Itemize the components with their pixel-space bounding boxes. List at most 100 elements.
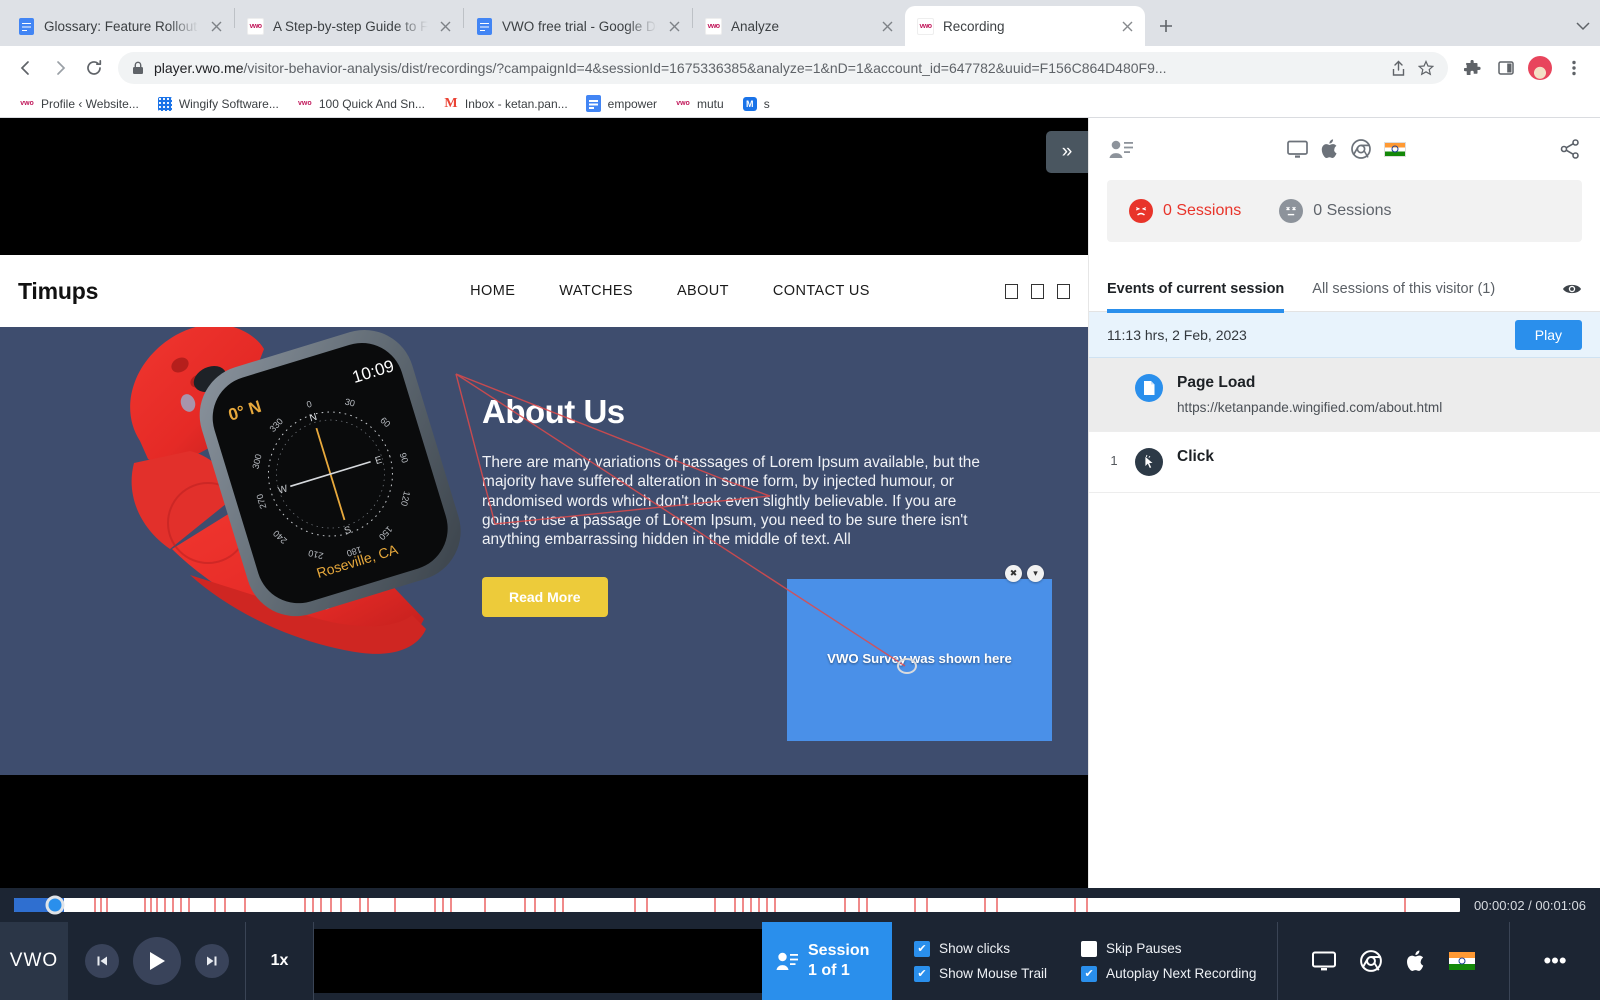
browser-tab[interactable]: VWO free trial - Google Docs bbox=[464, 6, 692, 46]
omnibox-actions bbox=[1391, 60, 1434, 77]
timeline-track[interactable] bbox=[14, 898, 1460, 912]
tab-all-sessions-of-visitor[interactable]: All sessions of this visitor (1) bbox=[1312, 266, 1495, 312]
play-button[interactable] bbox=[132, 937, 181, 985]
click-icon bbox=[1135, 448, 1163, 476]
event-body: Click bbox=[1177, 448, 1214, 466]
playback-speed-button[interactable]: 1x bbox=[246, 922, 314, 1000]
docs-icon bbox=[476, 17, 493, 35]
vwo-icon: vwo bbox=[247, 17, 264, 35]
bookmark-item[interactable]: vwo Profile ‹ Website... bbox=[12, 93, 146, 115]
back-button[interactable] bbox=[10, 52, 42, 84]
previous-button[interactable] bbox=[84, 944, 119, 978]
panel-header bbox=[1089, 118, 1600, 180]
checkbox-icon[interactable]: ✔ bbox=[1081, 965, 1098, 982]
reload-button[interactable] bbox=[78, 52, 110, 84]
browser-tab[interactable]: vwo Analyze bbox=[693, 6, 905, 46]
new-tab-button[interactable] bbox=[1151, 11, 1181, 41]
screen: Glossary: Feature Rollout - Goo vwo A St… bbox=[0, 0, 1600, 1000]
rage-sessions-label: 0 Sessions bbox=[1163, 202, 1242, 219]
bookmark-item[interactable]: vwo mutu bbox=[668, 93, 731, 115]
close-icon[interactable] bbox=[437, 18, 453, 34]
option-skip-pauses[interactable]: Skip Pauses bbox=[1081, 940, 1256, 957]
tab-list-button[interactable] bbox=[1576, 6, 1600, 46]
bookmark-item[interactable]: Wingify Software... bbox=[150, 93, 286, 115]
session-counter-line1: Session bbox=[808, 942, 870, 959]
bookmark-item[interactable]: M Inbox - ketan.pan... bbox=[436, 93, 575, 115]
address-bar[interactable]: player.vwo.me/visitor-behavior-analysis/… bbox=[118, 52, 1448, 84]
site-brand: Timups bbox=[18, 277, 99, 304]
dead-sessions-stat: 0 Sessions bbox=[1279, 199, 1392, 223]
browser-tab[interactable]: vwo A Step-by-step Guide to Featu bbox=[235, 6, 463, 46]
site-menu-item-watches[interactable]: WATCHES bbox=[559, 283, 633, 299]
placeholder-glyph-icon[interactable] bbox=[1057, 283, 1070, 299]
india-flag-icon bbox=[1449, 952, 1475, 970]
option-show-clicks[interactable]: ✔ Show clicks bbox=[914, 940, 1047, 957]
rage-sessions-stat: 0 Sessions bbox=[1129, 199, 1241, 223]
close-icon[interactable] bbox=[1119, 18, 1135, 34]
session-counter: Session 1 of 1 bbox=[808, 941, 869, 981]
bookmark-item[interactable]: M s bbox=[735, 93, 777, 115]
bookmark-label: empower bbox=[607, 96, 658, 111]
bookmark-item[interactable]: vwo 100 Quick And Sn... bbox=[290, 93, 432, 115]
checkbox-icon[interactable]: ✔ bbox=[914, 940, 930, 957]
checkbox-icon[interactable] bbox=[1081, 940, 1098, 957]
vwo-logo: VWO bbox=[0, 922, 68, 1000]
site-navbar: Timups HOME WATCHES ABOUT CONTACT US bbox=[0, 255, 1088, 327]
session-counter-line2: 1 of 1 bbox=[808, 962, 850, 979]
checkbox-icon[interactable]: ✔ bbox=[914, 965, 930, 982]
close-icon[interactable]: ✖ bbox=[1005, 565, 1022, 582]
event-row-click[interactable]: 1 Click bbox=[1089, 432, 1600, 493]
tab-strip: Glossary: Feature Rollout - Goo vwo A St… bbox=[0, 0, 1600, 46]
url-path: /visitor-behavior-analysis/dist/recordin… bbox=[243, 60, 1167, 76]
event-row-page-load[interactable]: Page Load https://ketanpande.wingified.c… bbox=[1089, 358, 1600, 432]
site-menu-item-home[interactable]: HOME bbox=[470, 283, 515, 299]
session-selector[interactable]: Session 1 of 1 bbox=[762, 922, 892, 1000]
vwo-icon: vwo bbox=[676, 100, 690, 107]
placeholder-glyph-icon[interactable] bbox=[1031, 283, 1044, 299]
side-panel-icon[interactable] bbox=[1490, 52, 1522, 84]
play-session-button[interactable]: Play bbox=[1514, 319, 1582, 350]
chrome-menu-icon[interactable] bbox=[1558, 52, 1590, 84]
browser-tab[interactable]: Glossary: Feature Rollout - Goo bbox=[6, 6, 234, 46]
extensions-icon[interactable] bbox=[1456, 52, 1488, 84]
about-title: About Us bbox=[482, 393, 625, 430]
chevron-down-icon[interactable]: ▾ bbox=[1027, 565, 1044, 582]
visitor-profile-icon[interactable] bbox=[1109, 139, 1133, 159]
browser-chrome: Glossary: Feature Rollout - Goo vwo A St… bbox=[0, 0, 1600, 118]
event-title: Page Load bbox=[1177, 374, 1256, 391]
forward-button[interactable] bbox=[44, 52, 76, 84]
close-icon[interactable] bbox=[879, 18, 895, 34]
next-button[interactable] bbox=[194, 944, 229, 978]
session-stats-box: 0 Sessions 0 Sessions bbox=[1107, 180, 1582, 242]
player-options: ✔ Show clicks ✔ Show Mouse Trail Skip Pa… bbox=[892, 922, 1278, 1000]
tab-title: VWO free trial - Google Docs bbox=[502, 18, 657, 34]
more-options-button[interactable]: ••• bbox=[1510, 922, 1600, 1000]
share-icon[interactable] bbox=[1391, 60, 1406, 77]
share-icon[interactable] bbox=[1560, 139, 1580, 159]
apple-icon bbox=[1406, 950, 1425, 972]
avatar[interactable] bbox=[1524, 52, 1556, 84]
option-show-mouse-trail[interactable]: ✔ Show Mouse Trail bbox=[914, 965, 1047, 982]
site-nav-icons bbox=[1005, 283, 1070, 299]
event-url: https://ketanpande.wingified.com/about.h… bbox=[1177, 400, 1443, 415]
event-number: 1 bbox=[1110, 453, 1118, 468]
event-title: Click bbox=[1177, 448, 1215, 465]
collapse-panel-button[interactable]: » bbox=[1046, 131, 1088, 173]
event-number bbox=[1107, 374, 1121, 379]
tab-events-of-current-session[interactable]: Events of current session bbox=[1107, 266, 1285, 313]
eye-icon[interactable] bbox=[1562, 282, 1582, 296]
site-menu-item-about[interactable]: ABOUT bbox=[677, 283, 729, 299]
vwo-icon: vwo bbox=[20, 100, 34, 107]
site-menu-item-contact[interactable]: CONTACT US bbox=[773, 283, 870, 299]
bookmark-label: Wingify Software... bbox=[178, 96, 279, 111]
read-more-button[interactable]: Read More bbox=[482, 577, 608, 618]
option-autoplay-next-recording[interactable]: ✔ Autoplay Next Recording bbox=[1081, 965, 1256, 982]
close-icon[interactable] bbox=[666, 18, 682, 34]
browser-tab-active[interactable]: vwo Recording bbox=[905, 6, 1145, 46]
bookmark-label: Inbox - ketan.pan... bbox=[464, 96, 568, 111]
close-icon[interactable] bbox=[208, 18, 224, 34]
timeline-handle[interactable] bbox=[45, 895, 65, 915]
placeholder-glyph-icon[interactable] bbox=[1005, 283, 1018, 299]
bookmark-item[interactable]: empower bbox=[579, 93, 664, 115]
bookmark-star-icon[interactable] bbox=[1418, 60, 1434, 76]
